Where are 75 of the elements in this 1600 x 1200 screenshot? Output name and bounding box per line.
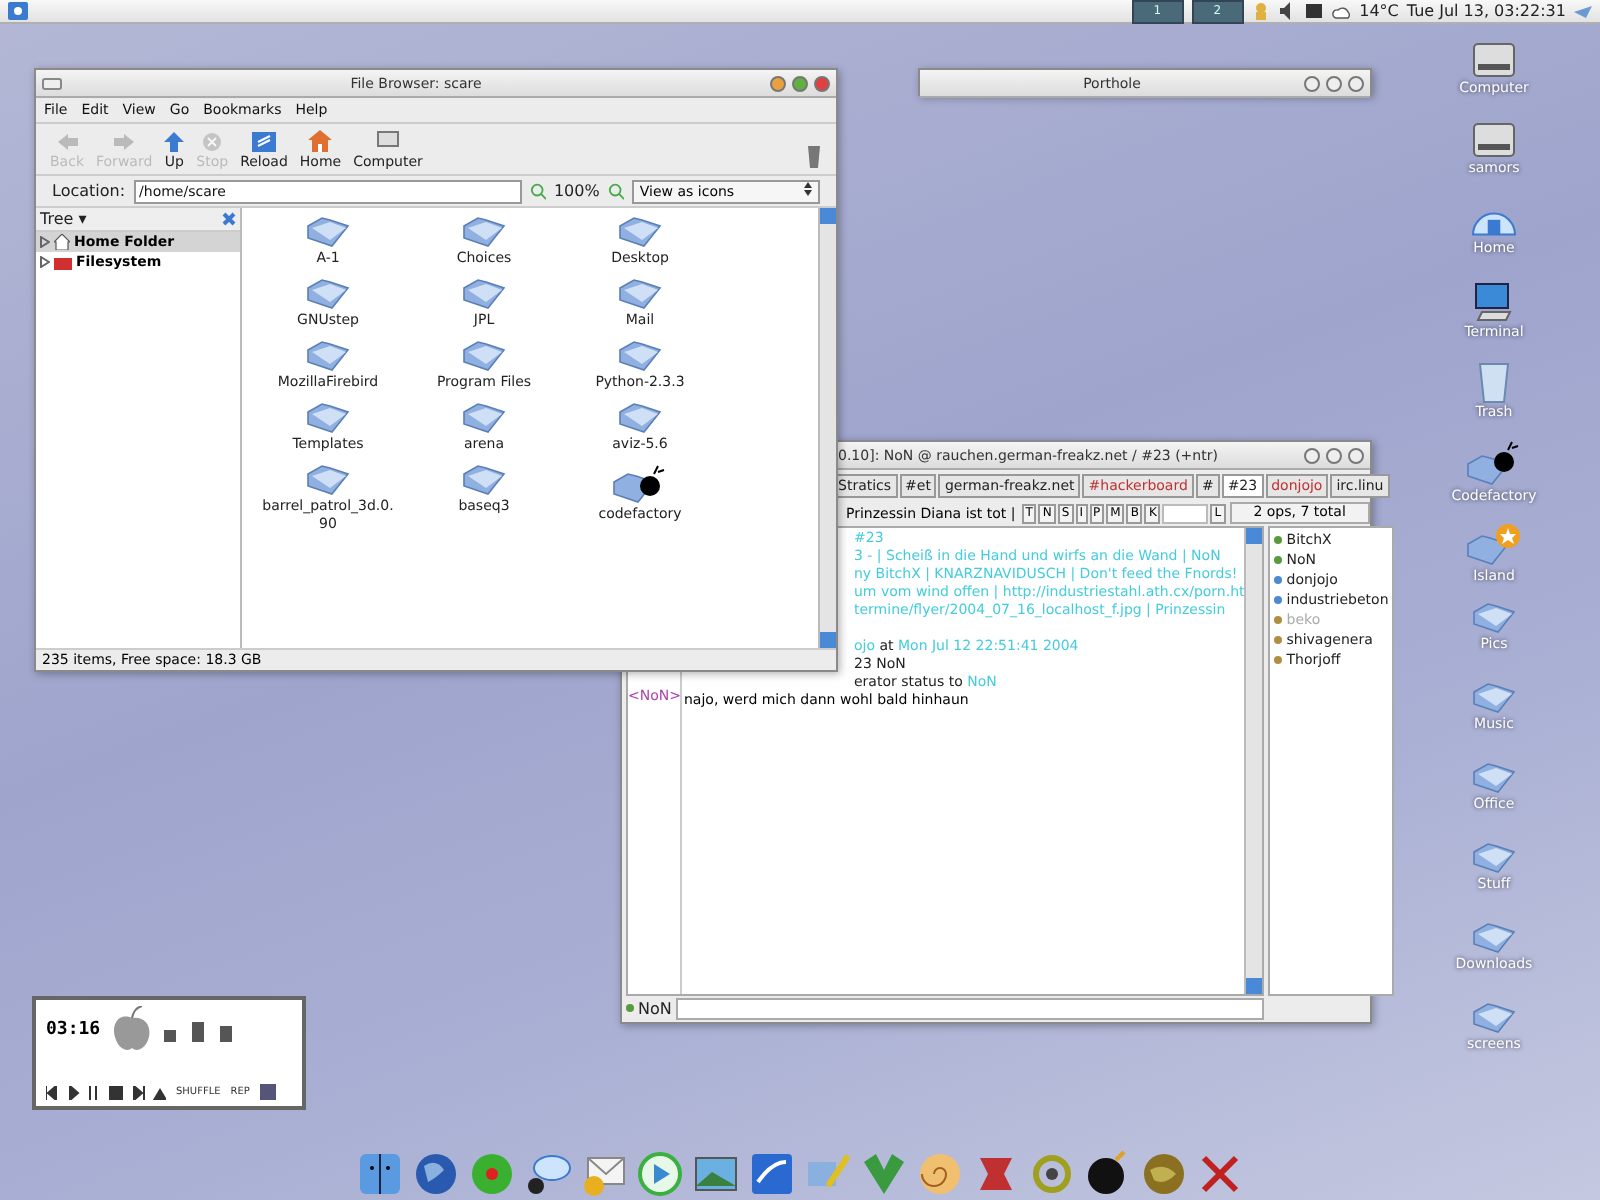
- folder-icon: [616, 400, 664, 436]
- scrollbar[interactable]: [1244, 528, 1263, 994]
- apple-icon: [110, 1006, 155, 1054]
- cloud-icon: [1331, 3, 1352, 19]
- window-menu-icon[interactable]: [42, 77, 62, 89]
- minimize-button[interactable]: [1304, 75, 1320, 91]
- menu-icon[interactable]: [8, 2, 28, 20]
- minimize-button[interactable]: [1304, 447, 1320, 463]
- drive-icon: [54, 254, 72, 270]
- folder-icon: [616, 214, 664, 250]
- house-icon: [308, 130, 333, 152]
- maximize-button[interactable]: [1326, 447, 1342, 463]
- folder-icon: [1470, 760, 1518, 796]
- stop-icon: [202, 132, 223, 152]
- battery-icon[interactable]: [1303, 2, 1324, 20]
- close-button[interactable]: [1348, 75, 1364, 91]
- folder-with-bomb-icon: [610, 462, 670, 506]
- key-field[interactable]: [1162, 503, 1209, 523]
- trash-icon: [1478, 360, 1510, 404]
- play-icon[interactable]: [636, 1150, 684, 1198]
- left-arrow-icon: [55, 132, 79, 152]
- igloo-icon: [1472, 212, 1516, 236]
- folder-icon: [304, 338, 352, 374]
- folder-icon: [1470, 840, 1518, 876]
- folder-icon: [460, 462, 508, 498]
- globe-icon[interactable]: [412, 1150, 460, 1198]
- close-button[interactable]: [1348, 447, 1364, 463]
- sidebar-header[interactable]: Tree ▾: [40, 210, 87, 228]
- time-display: 03:16: [46, 1020, 101, 1040]
- scrollbar[interactable]: [818, 208, 836, 648]
- own-nick: NoN: [638, 999, 672, 1017]
- close-button[interactable]: [814, 75, 830, 91]
- shell-icon[interactable]: [916, 1150, 964, 1198]
- folder-icon: [304, 462, 352, 498]
- folder-icon: [460, 276, 508, 312]
- x-icon[interactable]: [1196, 1150, 1244, 1198]
- monitor-icon: [1472, 280, 1516, 324]
- status-dot: [626, 1004, 634, 1012]
- folder-with-bomb-icon: [1463, 440, 1524, 488]
- right-arrow-icon: [112, 132, 137, 152]
- folder-icon: [460, 400, 508, 436]
- hard-drive-icon: [1472, 40, 1516, 80]
- folder-icon: [460, 338, 508, 374]
- folder-icon: [1469, 1000, 1518, 1036]
- folder-with-star-icon: [1464, 520, 1524, 568]
- spinner-arrows-icon: [804, 181, 813, 195]
- zoom-level: 100%: [553, 182, 600, 200]
- reload-icon: [251, 130, 276, 152]
- house-icon: [54, 234, 70, 250]
- location-label: Location:: [52, 182, 126, 200]
- folder-icon: [304, 214, 352, 250]
- folder-icon: [1470, 600, 1518, 636]
- clock-text: Tue Jul 13, 03:22:31: [1406, 2, 1566, 20]
- minimize-button[interactable]: [770, 75, 786, 91]
- settings-icon[interactable]: [259, 1084, 276, 1100]
- close-icon[interactable]: [222, 212, 236, 226]
- computer-icon: [375, 130, 400, 152]
- folder-icon: [616, 276, 664, 312]
- speech-bubble-icon[interactable]: [524, 1150, 572, 1198]
- speaker-icon[interactable]: [1277, 2, 1296, 20]
- folder-icon: [1470, 680, 1518, 716]
- up-arrow-icon: [164, 132, 185, 152]
- folder-icon: [304, 276, 352, 312]
- folder-icon: [304, 400, 352, 436]
- playback-controls-icon[interactable]: [46, 1085, 166, 1099]
- hard-drive-icon: [1471, 120, 1516, 160]
- folder-icon: [1469, 920, 1518, 956]
- folder-icon: [460, 214, 508, 250]
- zoom-in-icon[interactable]: [607, 182, 624, 200]
- temperature-text: 14°C: [1359, 2, 1399, 20]
- zoom-out-icon[interactable]: [529, 182, 546, 200]
- message-input[interactable]: [675, 997, 1265, 1019]
- maximize-button[interactable]: [1326, 75, 1342, 91]
- maximize-button[interactable]: [792, 75, 808, 91]
- folder-icon: [616, 338, 664, 374]
